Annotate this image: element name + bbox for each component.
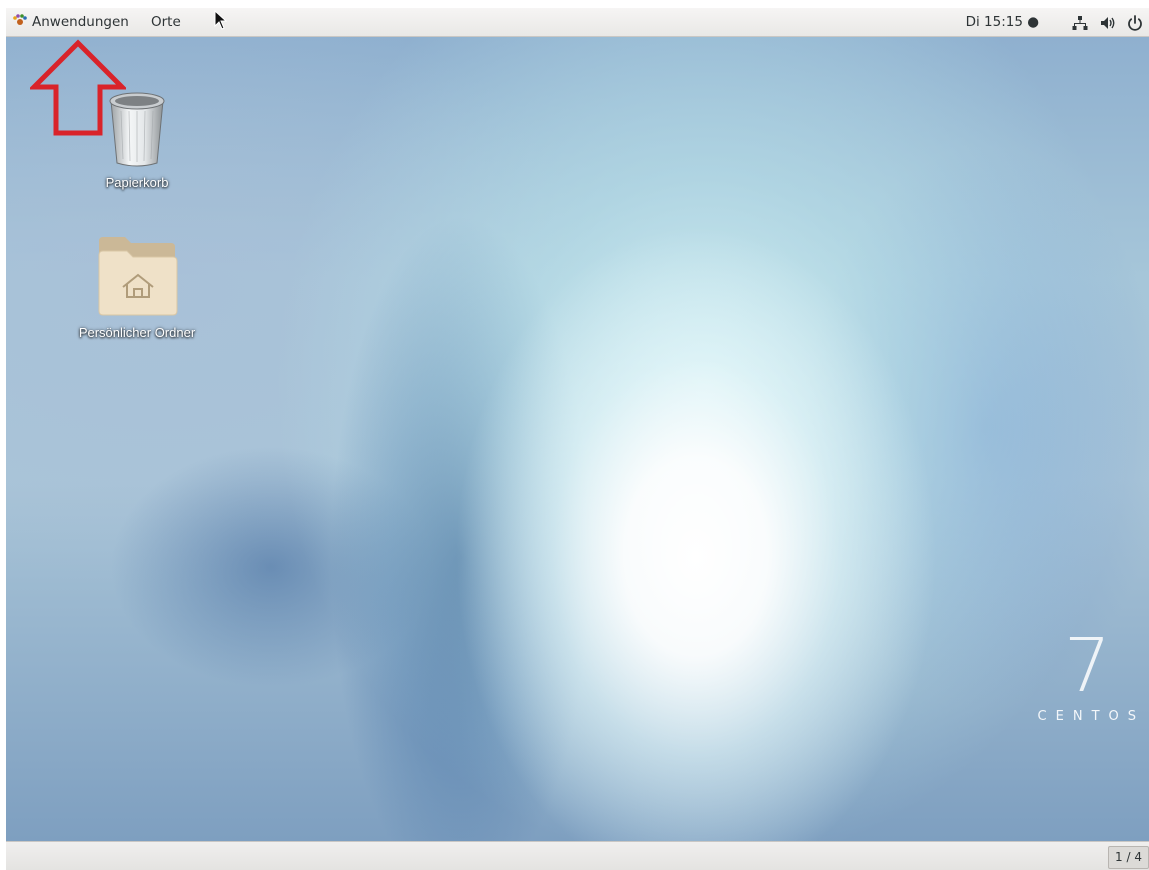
centos-version: 7 — [1063, 623, 1111, 709]
desktop-icon-trash[interactable]: Papierkorb — [62, 89, 212, 191]
places-menu[interactable]: Orte — [151, 8, 181, 37]
bottom-panel: 1 / 4 — [6, 841, 1149, 870]
top-panel: Anwendungen Orte Di 15:15 ● — [6, 8, 1149, 37]
applications-label: Anwendungen — [32, 14, 129, 30]
network-icon[interactable] — [1071, 14, 1089, 32]
workspace-indicator[interactable]: 1 / 4 — [1108, 846, 1149, 869]
volume-icon[interactable] — [1099, 14, 1117, 32]
centos-wordmark: CENTOS — [1037, 709, 1145, 724]
mouse-cursor-icon — [214, 10, 228, 30]
desktop-background[interactable]: Papierkorb Persönlicher Ordner 7 CENTOS — [6, 37, 1149, 841]
desktop-icon-label: Persönlicher Ordner — [78, 325, 196, 340]
desktop-icon-home-folder[interactable]: Persönlicher Ordner — [62, 233, 212, 341]
applications-menu[interactable]: Anwendungen — [12, 8, 129, 37]
home-folder-icon — [98, 237, 178, 316]
places-label: Orte — [151, 14, 181, 30]
screen: Anwendungen Orte Di 15:15 ● Papierkorb P… — [0, 0, 1149, 870]
clock[interactable]: Di 15:15 ● — [966, 8, 1039, 37]
trash-icon — [109, 92, 165, 167]
centos-logo: 7 CENTOS — [1019, 629, 1139, 724]
power-icon[interactable] — [1126, 14, 1144, 32]
desktop-icon-label: Papierkorb — [105, 175, 169, 190]
gnome-foot-icon — [13, 13, 27, 25]
